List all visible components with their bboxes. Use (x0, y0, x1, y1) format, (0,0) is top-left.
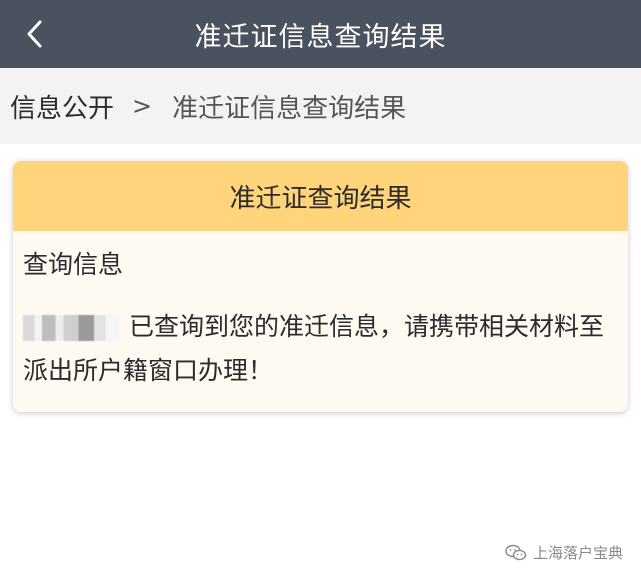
page-title: 准迁证信息查询结果 (194, 21, 447, 53)
breadcrumb-home-link[interactable]: 信息公开 (10, 88, 114, 125)
result-card: 准迁证查询结果 查询信息 已查询到您的准迁信息，请携带相关材料至派出所户籍窗口办… (13, 161, 628, 412)
redacted-name (23, 315, 119, 341)
watermark: 上海落户宝典 (505, 542, 623, 563)
wechat-icon (505, 544, 527, 562)
query-info-label: 查询信息 (23, 250, 124, 279)
breadcrumb-separator: > (132, 92, 153, 120)
watermark-text: 上海落户宝典 (532, 544, 623, 562)
result-card-body: 查询信息 已查询到您的准迁信息，请携带相关材料至派出所户籍窗口办理！ (13, 231, 628, 393)
top-nav-bar: 准迁证信息查询结果 (0, 0, 641, 68)
result-card-header: 准迁证查询结果 (13, 161, 628, 231)
chevron-left-icon[interactable] (22, 18, 46, 50)
breadcrumb: 信息公开 > 准迁证信息查询结果 (0, 68, 641, 144)
result-message: 已查询到您的准迁信息，请携带相关材料至派出所户籍窗口办理！ (23, 305, 618, 393)
breadcrumb-current: 准迁证信息查询结果 (172, 93, 407, 124)
